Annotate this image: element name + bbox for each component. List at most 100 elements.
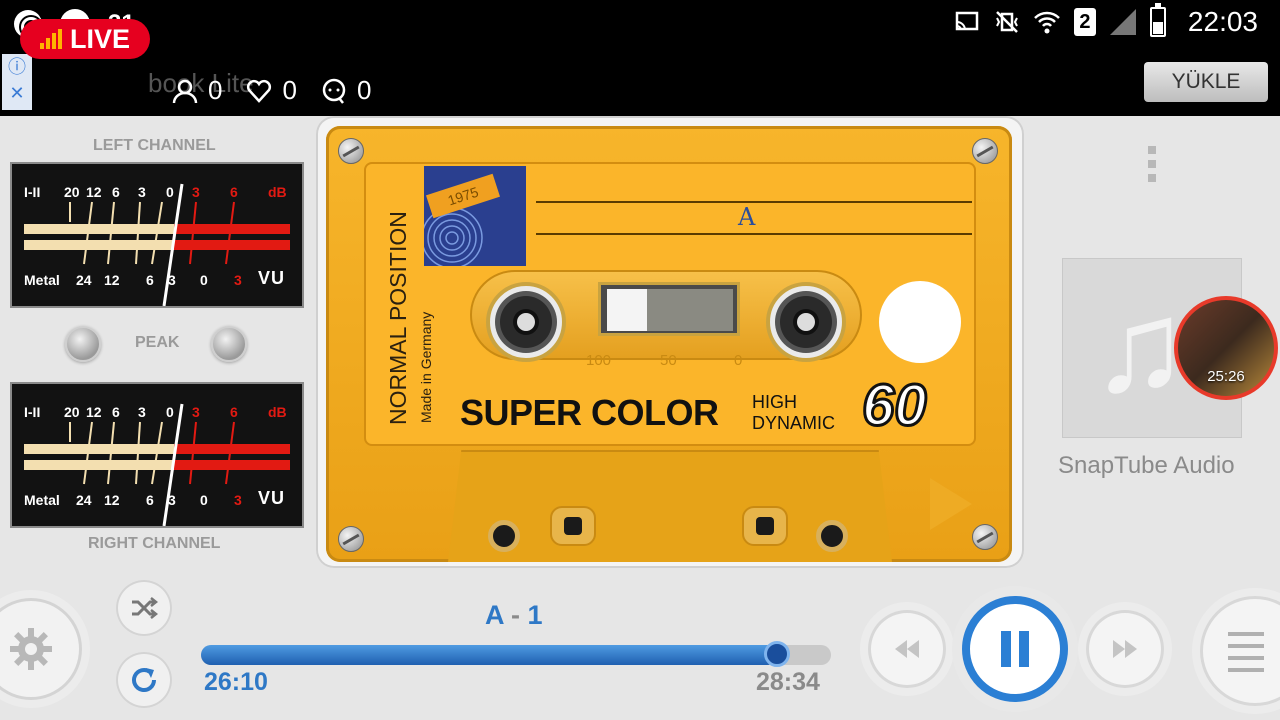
repeat-button[interactable]: [116, 652, 172, 708]
vu-tick-label: 0: [200, 272, 208, 288]
track-name: A - 1: [485, 600, 543, 630]
vu-tick-label: 3: [192, 184, 200, 200]
user-icon: [172, 79, 198, 103]
vu-tick-label: dB: [268, 184, 287, 200]
vu-tick-label: Metal: [24, 272, 60, 288]
vu-tick-label: 3: [138, 184, 146, 200]
album-title: SnapTube Audio: [1058, 452, 1235, 479]
vu-tick-label: 24: [76, 272, 92, 288]
signal-icon: [1109, 9, 1136, 35]
repeat-icon: [132, 668, 156, 692]
capstan-hole: [742, 506, 788, 546]
sim-slot-badge: 2: [1073, 8, 1096, 36]
vu-tick-label: 3: [138, 404, 146, 420]
live-label: LIVE: [69, 23, 130, 54]
ad-choices-badge[interactable]: ⓘ ✕: [2, 54, 32, 110]
gear-icon: [10, 628, 52, 670]
comment-icon: [322, 78, 346, 104]
vu-tick-label: 12: [104, 272, 120, 288]
heart-icon: [247, 79, 272, 103]
close-icon[interactable]: ✕: [2, 80, 32, 106]
label-line: [536, 233, 972, 235]
floating-video-bubble[interactable]: 25:26: [1174, 296, 1278, 400]
screw: [972, 524, 998, 550]
wifi-icon: [1034, 11, 1060, 34]
rewind-button[interactable]: [868, 610, 946, 688]
left-peak-led: [65, 326, 101, 362]
counter-label: 0: [734, 352, 743, 369]
vu-tick-label: 20: [64, 404, 80, 420]
comment-count: 0: [356, 75, 372, 105]
vu-tick-label: 3: [168, 492, 176, 508]
left-channel-label: LEFT CHANNEL: [93, 137, 216, 154]
left-vu-meter: I-II 20 12 6 3 0 3 6 dB Metal 24 12 6 3 …: [10, 162, 304, 308]
right-vu-meter: I-II 20 12 6 3 0 3 6 dB Metal 24 12 6 3 …: [10, 382, 304, 528]
brand-subtitle: HIGH DYNAMIC: [752, 392, 836, 433]
clock: 22:03: [1187, 6, 1258, 37]
tape-window: [598, 282, 740, 336]
play-arrow-emboss: [930, 478, 972, 530]
seek-bar[interactable]: [201, 641, 831, 667]
vu-tick-label: dB: [268, 404, 287, 420]
right-peak-led: [211, 326, 247, 362]
vu-tick-label: 3: [234, 272, 242, 288]
vu-tick-label: 0: [166, 404, 174, 420]
vu-tick-label: Metal: [24, 492, 60, 508]
vu-tick-label: 6: [112, 404, 120, 420]
vu-tick-label: 3: [234, 492, 242, 508]
vu-tick-label: I-II: [24, 184, 41, 200]
fast-forward-icon: [1113, 640, 1137, 658]
live-badge[interactable]: LIVE: [20, 19, 150, 59]
settings-button[interactable]: [0, 598, 82, 700]
vu-tick-label: 6: [146, 272, 154, 288]
peak-label: PEAK: [135, 334, 180, 351]
battery-icon: [1149, 3, 1166, 37]
vibrate-mute-icon: [996, 11, 1018, 33]
side-label: A: [738, 203, 756, 231]
seek-progress: [201, 645, 778, 665]
info-icon: ⓘ: [8, 57, 26, 77]
vu-tick-label: 3: [192, 404, 200, 420]
vu-unit-label: VU: [258, 268, 286, 288]
shuffle-button[interactable]: [116, 580, 172, 636]
more-options-icon[interactable]: [1148, 146, 1156, 188]
vu-tick-label: 6: [230, 184, 238, 200]
vu-tick-label: 0: [200, 492, 208, 508]
live-signal-icon: [39, 29, 62, 49]
upload-button[interactable]: YÜKLE: [1144, 62, 1268, 102]
current-time: 26:10: [204, 668, 268, 696]
vu-tick-label: 6: [146, 492, 154, 508]
capstan-hole: [550, 506, 596, 546]
pause-button[interactable]: [962, 596, 1068, 702]
bubble-timer: 25:26: [1207, 368, 1245, 385]
playlist-menu-button[interactable]: [1200, 596, 1280, 706]
vu-tick-label: 0: [166, 184, 174, 200]
screw: [338, 138, 364, 164]
viewer-count: 0: [208, 75, 223, 105]
fast-forward-button[interactable]: [1086, 610, 1164, 688]
vu-tick-label: 6: [230, 404, 238, 420]
vu-tick-label: 24: [76, 492, 92, 508]
screw: [972, 138, 998, 164]
label-dot: [879, 281, 961, 363]
vu-tick-label: 12: [104, 492, 120, 508]
status-bar: LIVE 31 2 22:03: [0, 0, 1280, 50]
left-reel: [486, 282, 566, 362]
counter-label: 100: [586, 352, 612, 369]
vu-unit-label: VU: [258, 488, 286, 508]
brand-name: SUPER COLOR: [460, 392, 719, 433]
right-reel: [766, 282, 846, 362]
pause-icon: [1001, 631, 1029, 667]
vu-tick-label: 3: [168, 272, 176, 288]
vu-tick-label: 6: [112, 184, 120, 200]
live-stats: 0 0 0: [172, 75, 387, 106]
made-in-text: Made in Germany: [418, 311, 434, 423]
seek-handle[interactable]: [764, 641, 791, 667]
shuffle-icon: [132, 597, 159, 619]
guide-hole: [816, 520, 848, 552]
total-time: 28:34: [756, 668, 820, 696]
right-channel-label: RIGHT CHANNEL: [88, 535, 221, 552]
guide-hole: [488, 520, 520, 552]
screw: [338, 526, 364, 552]
rewind-icon: [895, 640, 919, 658]
